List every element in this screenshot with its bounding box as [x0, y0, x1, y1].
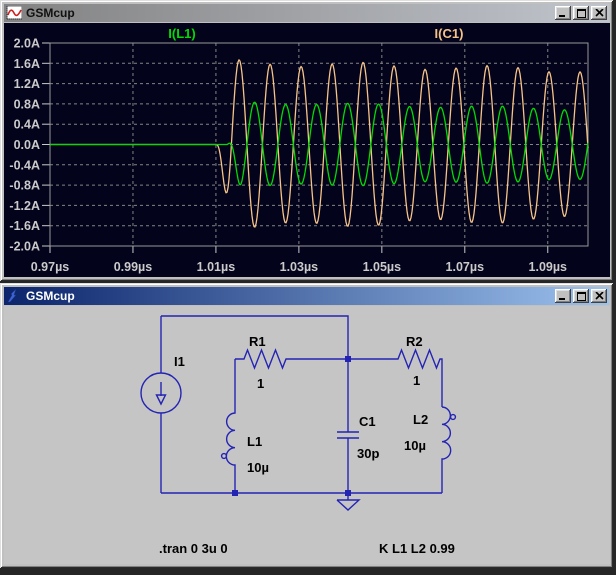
resistor-R1[interactable] [235, 350, 348, 368]
inductor-L1[interactable] [222, 359, 235, 493]
minimize-icon [559, 9, 568, 18]
minimize-button[interactable] [555, 289, 571, 303]
value-R1[interactable]: 1 [257, 376, 264, 391]
schematic-window-title: GSMcup [26, 289, 75, 303]
label-C1[interactable]: C1 [359, 414, 376, 429]
value-C1[interactable]: 30p [357, 446, 379, 461]
phase-dot-L2 [451, 415, 456, 420]
junction-l1-gnd [232, 490, 238, 496]
capacitor-C1[interactable] [337, 359, 359, 493]
legend-I(C1)[interactable]: I(C1) [435, 26, 464, 41]
schematic-drawing: I1 R1 1 L1 10µ C1 30p R2 1 L2 10µ .tran … [4, 306, 610, 564]
x-axis-label: 1.05µs [363, 260, 402, 274]
close-button[interactable] [591, 6, 607, 20]
waveform-plot-icon [6, 6, 22, 20]
maximize-button[interactable] [573, 6, 589, 20]
label-R2[interactable]: R2 [406, 334, 423, 349]
value-R2[interactable]: 1 [413, 373, 420, 388]
legend-I(L1)[interactable]: I(L1) [168, 26, 195, 41]
waveform-window-titlebar[interactable]: GSMcup [4, 4, 609, 22]
y-axis-label: -0.8A [9, 179, 40, 193]
y-axis-label: 1.6A [14, 57, 40, 71]
value-L2[interactable]: 10µ [404, 438, 426, 453]
y-axis-label: -1.2A [9, 199, 40, 213]
y-axis-label: 0.4A [14, 118, 40, 132]
directive-tran[interactable]: .tran 0 3u 0 [159, 541, 228, 556]
y-axis-label: -0.4A [9, 158, 40, 172]
y-axis-label: 1.2A [14, 77, 40, 91]
x-axis-label: 0.99µs [114, 260, 153, 274]
schematic-window: GSMcup [0, 283, 613, 568]
x-axis-label: 0.97µs [31, 260, 70, 274]
y-axis-label: 0.0A [14, 138, 40, 152]
close-icon [595, 292, 604, 300]
y-axis-label: 2.0A [14, 37, 40, 51]
x-axis-label: 1.07µs [446, 260, 485, 274]
y-axis-label: 0.8A [14, 97, 40, 111]
ltspice-schematic-icon [6, 289, 22, 303]
y-axis-label: -2.0A [9, 240, 40, 254]
label-R1[interactable]: R1 [249, 334, 266, 349]
waveform-window: GSMcup 2.0A 1.6A 1.2A 0.8A 0.4A 0.0A [0, 0, 613, 281]
inductor-L2[interactable] [442, 407, 455, 493]
resistor-R2[interactable] [348, 350, 442, 407]
directive-coupling[interactable]: K L1 L2 0.99 [379, 541, 455, 556]
x-axis-label: 1.03µs [280, 260, 319, 274]
minimize-icon [559, 292, 568, 301]
x-axis-label: 1.09µs [529, 260, 568, 274]
trace-I(L1) [50, 102, 588, 185]
label-L1[interactable]: L1 [247, 434, 262, 449]
maximize-button[interactable] [573, 289, 589, 303]
minimize-button[interactable] [555, 6, 571, 20]
close-button[interactable] [591, 289, 607, 303]
junction-c1-gnd [345, 490, 351, 496]
current-source-I1[interactable] [141, 316, 181, 493]
x-axis-label: 1.01µs [197, 260, 236, 274]
junction-node-a [345, 356, 351, 362]
y-axis-label: -1.6A [9, 219, 40, 233]
ltspice-workspace: GSMcup 2.0A 1.6A 1.2A 0.8A 0.4A 0.0A [0, 0, 616, 575]
label-L2[interactable]: L2 [413, 412, 428, 427]
waveform-window-title: GSMcup [26, 6, 75, 20]
label-I1[interactable]: I1 [174, 354, 185, 369]
maximize-icon [577, 292, 586, 301]
waveform-chart: 2.0A 1.6A 1.2A 0.8A 0.4A 0.0A -0.4A -0.8A -1.2A -… [4, 23, 610, 277]
value-L1[interactable]: 10µ [247, 460, 269, 475]
maximize-icon [577, 9, 586, 18]
schematic-window-titlebar[interactable]: GSMcup [4, 287, 609, 305]
schematic-pane[interactable]: I1 R1 1 L1 10µ C1 30p R2 1 L2 10µ .tran … [4, 306, 610, 564]
waveform-plot-pane[interactable]: 2.0A 1.6A 1.2A 0.8A 0.4A 0.0A -0.4A -0.8A -1.2A -… [4, 23, 610, 277]
trace-I(C1) [50, 60, 588, 227]
close-icon [595, 9, 604, 17]
